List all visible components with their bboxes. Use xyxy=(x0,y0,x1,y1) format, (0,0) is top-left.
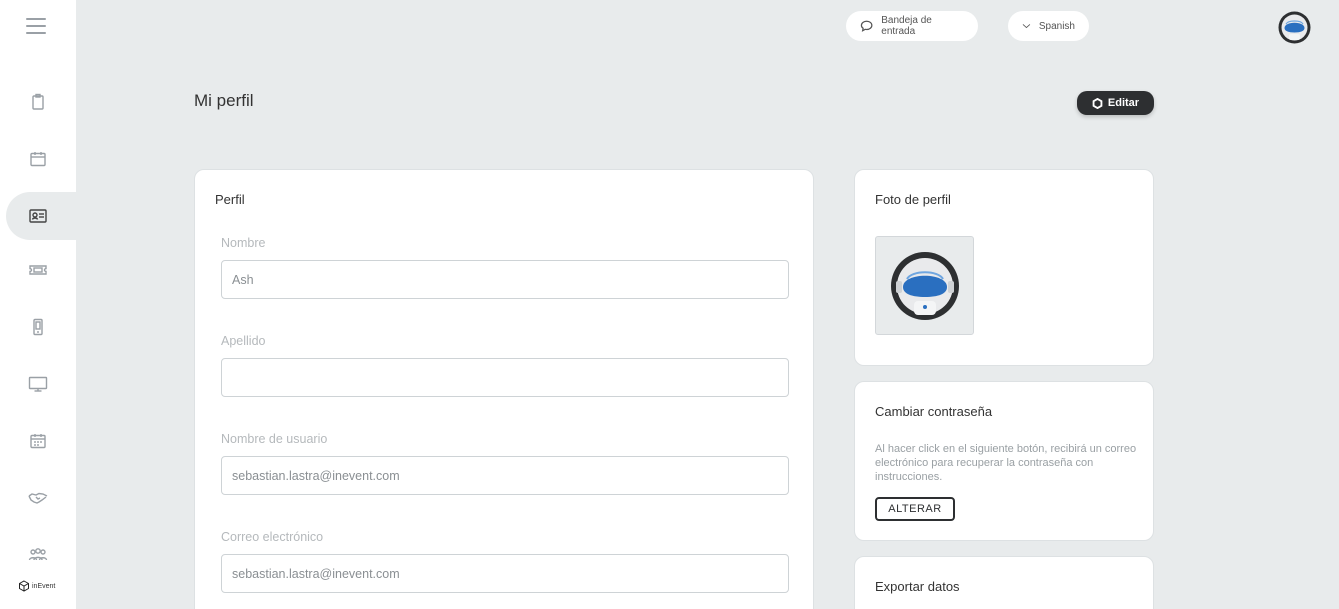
profile-photo-card: Foto de perfil xyxy=(854,169,1154,366)
password-description: Al hacer click en el siguiente botón, re… xyxy=(875,443,1137,483)
sidebar-item-group[interactable] xyxy=(0,531,76,579)
sidebar-item-handshake[interactable] xyxy=(0,474,76,522)
profile-photo[interactable] xyxy=(875,236,974,335)
calendar-icon xyxy=(30,152,46,167)
monitor-icon xyxy=(28,376,48,392)
brand-name: inEvent xyxy=(32,582,56,590)
sidebar-item-ticket[interactable] xyxy=(0,246,76,294)
inbox-label: Bandeja de entrada xyxy=(881,15,932,37)
hamburger-menu-icon[interactable] xyxy=(26,18,46,34)
sidebar: inEvent xyxy=(0,0,82,609)
page-title: Mi perfil xyxy=(194,91,254,110)
photo-card-title: Foto de perfil xyxy=(875,192,951,207)
first-name-input[interactable] xyxy=(221,260,789,299)
alter-password-button[interactable]: ALTERAR xyxy=(875,497,955,521)
language-selector[interactable]: Spanish xyxy=(1008,11,1089,41)
edit-label: Editar xyxy=(1107,97,1140,109)
export-card-title: Exportar datos xyxy=(875,579,960,594)
username-label: Nombre de usuario xyxy=(221,432,328,446)
profile-card: Perfil Nombre Apellido Nombre de usuario… xyxy=(194,169,814,609)
clipboard-icon xyxy=(32,93,44,110)
id-card-icon xyxy=(29,209,47,223)
handshake-icon xyxy=(28,492,48,504)
last-name-label: Apellido xyxy=(221,334,266,348)
email-input[interactable] xyxy=(221,554,789,593)
sidebar-item-monitor[interactable] xyxy=(0,360,76,408)
sidebar-item-clipboard[interactable] xyxy=(0,78,76,126)
chevron-down-icon xyxy=(1022,24,1031,29)
sidebar-item-profile[interactable] xyxy=(6,192,82,240)
sidebar-item-mobile[interactable] xyxy=(0,303,76,351)
ticket-icon xyxy=(29,265,47,275)
last-name-input[interactable] xyxy=(221,358,789,397)
cube-logo-icon xyxy=(19,580,29,592)
group-icon xyxy=(28,548,48,561)
user-avatar[interactable] xyxy=(1278,11,1311,44)
profile-card-title: Perfil xyxy=(215,192,245,207)
change-password-card: Cambiar contraseña Al hacer click en el … xyxy=(854,381,1154,541)
chat-bubble-icon xyxy=(860,20,873,32)
schedule-icon xyxy=(30,434,46,449)
sidebar-item-calendar[interactable] xyxy=(0,135,76,183)
username-input[interactable] xyxy=(221,456,789,495)
brand-logo: inEvent xyxy=(18,580,55,592)
export-data-card: Exportar datos xyxy=(854,556,1154,609)
inbox-button[interactable]: Bandeja de entrada xyxy=(846,11,978,41)
first-name-label: Nombre xyxy=(221,236,266,250)
language-label: Spanish xyxy=(1038,20,1075,32)
gear-icon xyxy=(1092,97,1103,109)
mobile-icon xyxy=(33,318,43,336)
astronaut-avatar-icon xyxy=(890,251,959,320)
password-card-title: Cambiar contraseña xyxy=(875,404,993,419)
sidebar-item-schedule[interactable] xyxy=(0,417,76,465)
email-label: Correo electrónico xyxy=(221,530,324,544)
edit-button[interactable]: Editar xyxy=(1077,91,1154,115)
